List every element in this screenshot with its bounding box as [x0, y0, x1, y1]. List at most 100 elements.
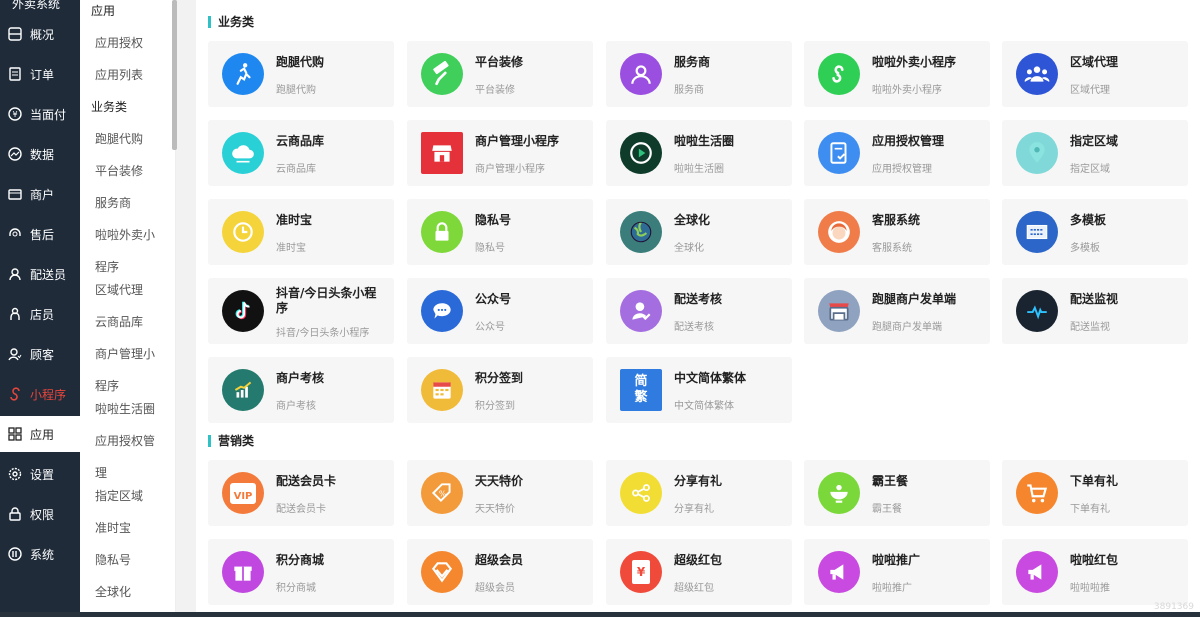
- sub-item[interactable]: 平台装修: [95, 163, 161, 179]
- sub-item[interactable]: 应用授权管: [95, 433, 161, 449]
- vip-card-icon: VIP: [222, 472, 264, 514]
- nav-item-7[interactable]: 店员: [0, 296, 80, 332]
- app-card[interactable]: 服务商 服务商: [606, 41, 792, 107]
- app-card[interactable]: 超级会员 超级会员: [407, 539, 593, 605]
- app-card[interactable]: 霸王餐 霸王餐: [804, 460, 990, 526]
- sub-item[interactable]: 指定区域: [95, 488, 161, 504]
- nav-item-9[interactable]: 小程序: [0, 376, 80, 412]
- app-card[interactable]: 简繁中文简体繁体 中文简体繁体: [606, 357, 792, 423]
- sub-item[interactable]: 应用列表: [95, 67, 161, 83]
- sub-item[interactable]: 跑腿代购: [95, 131, 161, 147]
- app-card[interactable]: VIP 配送会员卡 配送会员卡: [208, 460, 394, 526]
- nav-item-12[interactable]: 权限: [0, 496, 80, 532]
- sub-item[interactable]: 商户管理小: [95, 346, 161, 362]
- app-card-subtitle: 啦啦外卖小程序: [872, 85, 942, 96]
- app-card[interactable]: 全球化 全球化: [606, 199, 792, 265]
- nav-item-6[interactable]: 配送员: [0, 256, 80, 292]
- nav-item-5[interactable]: 售后: [0, 216, 80, 252]
- app-card-title: 全球化: [674, 213, 711, 227]
- nav-item-10[interactable]: 应用: [0, 416, 80, 452]
- sub-item[interactable]: 程序: [95, 378, 161, 394]
- app-card-title: 霸王餐: [872, 474, 909, 488]
- nav-item-2[interactable]: ¥ 当面付: [0, 96, 80, 132]
- app-card[interactable]: 分享有礼 分享有礼: [606, 460, 792, 526]
- sub-item[interactable]: 服务商: [95, 195, 161, 211]
- app-card[interactable]: 指定区域 指定区域: [1002, 120, 1188, 186]
- app-card-title: 中文简体繁体: [674, 371, 747, 385]
- nav-item-13[interactable]: 系统: [0, 536, 80, 572]
- app-card[interactable]: 啦啦推广 啦啦推广: [804, 539, 990, 605]
- window-bottom-bar: [0, 612, 1200, 617]
- app-card[interactable]: 公众号 公众号: [407, 278, 593, 344]
- growth-chart-icon: [222, 369, 264, 411]
- app-card[interactable]: 啦啦红包 啦啦啦推: [1002, 539, 1188, 605]
- app-card[interactable]: 云商品库 云商品库: [208, 120, 394, 186]
- nav-item-label: 数据: [30, 147, 55, 162]
- vip-text: VIP: [233, 490, 253, 502]
- megaphone-icon: [1016, 551, 1058, 593]
- sub-item[interactable]: 理: [95, 465, 161, 481]
- nav-item-11[interactable]: 设置: [0, 456, 80, 492]
- nav-item-1[interactable]: 订单: [0, 56, 80, 92]
- app-card[interactable]: 下单有礼 下单有礼: [1002, 460, 1188, 526]
- app-card[interactable]: 准时宝 准时宝: [208, 199, 394, 265]
- app-card-subtitle: 公众号: [475, 322, 505, 333]
- app-card[interactable]: 多模板 多模板: [1002, 199, 1188, 265]
- app-card-title: 配送监视: [1070, 292, 1119, 306]
- app-card-title: 超级红包: [674, 553, 723, 567]
- app-card-title: 积分商城: [276, 553, 325, 567]
- app-card-subtitle: 超级红包: [674, 583, 714, 594]
- app-card-title: 啦啦外卖小程序: [872, 55, 957, 69]
- app-card[interactable]: ¥ 超级红包 超级红包: [606, 539, 792, 605]
- sub-item[interactable]: 云商品库: [95, 314, 161, 330]
- sub-item[interactable]: 隐私号: [95, 552, 161, 568]
- nav-item-label: 订单: [30, 67, 55, 82]
- app-card-title: 服务商: [674, 55, 711, 69]
- sub-item[interactable]: 区域代理: [95, 282, 161, 298]
- sub-item[interactable]: 程序: [95, 259, 161, 275]
- app-card-subtitle: 超级会员: [475, 583, 515, 594]
- app-card[interactable]: 区域代理 区域代理: [1002, 41, 1188, 107]
- app-card[interactable]: 配送考核 配送考核: [606, 278, 792, 344]
- app-card[interactable]: 积分商城 积分商城: [208, 539, 394, 605]
- app-card[interactable]: 商户管理小程序 商户管理小程序: [407, 120, 593, 186]
- app-card-subtitle: 积分签到: [475, 401, 515, 412]
- sub-item[interactable]: 全球化: [95, 584, 161, 600]
- app-card-subtitle: 分享有礼: [674, 504, 714, 515]
- app-card[interactable]: 隐私号 隐私号: [407, 199, 593, 265]
- app-card[interactable]: 商户考核 商户考核: [208, 357, 394, 423]
- store-icon: [6, 185, 24, 203]
- app-card[interactable]: 跑腿商户发单端 跑腿商户发单端: [804, 278, 990, 344]
- nav-item-4[interactable]: 商户: [0, 176, 80, 212]
- sub-item[interactable]: 应用授权: [95, 35, 161, 51]
- app-card[interactable]: 平台装修 平台装修: [407, 41, 593, 107]
- app-card[interactable]: 跑腿代购 跑腿代购: [208, 41, 394, 107]
- app-card[interactable]: 客服系统 客服系统: [804, 199, 990, 265]
- app-card-title: 区域代理: [1070, 55, 1119, 69]
- nav-item-0[interactable]: 概况: [0, 16, 80, 52]
- app-card-subtitle: 全球化: [674, 243, 704, 254]
- nav-item-8[interactable]: 顾客: [0, 336, 80, 372]
- sub-item[interactable]: 准时宝: [95, 520, 161, 536]
- app-card[interactable]: 啦啦外卖小程序 啦啦外卖小程序: [804, 41, 990, 107]
- sub-item[interactable]: 啦啦外卖小: [95, 227, 161, 243]
- app-card[interactable]: 啦啦生活圈 啦啦生活圈: [606, 120, 792, 186]
- app-card-title: 分享有礼: [674, 474, 723, 488]
- group-icon: [1016, 53, 1058, 95]
- app-card-title: 平台装修: [475, 55, 524, 69]
- app-card[interactable]: 应用授权管理 应用授权管理: [804, 120, 990, 186]
- app-card[interactable]: 配送监视 配送监视: [1002, 278, 1188, 344]
- chat-bubble-icon: [421, 290, 463, 332]
- section-title-marketing: 营销类: [208, 434, 254, 448]
- sidebar-scrollbar[interactable]: [172, 0, 177, 150]
- app-card[interactable]: 抖音/今日头条小程序 抖音/今日头条小程序: [208, 278, 394, 344]
- nav-item-label: 系统: [30, 547, 55, 562]
- app-card[interactable]: % 天天特价 天天特价: [407, 460, 593, 526]
- app-card-title: 多模板: [1070, 213, 1107, 227]
- red-packet-icon: ¥: [620, 551, 662, 593]
- secondary-sidebar: 应用 应用授权 应用列表 业务类 跑腿代购 平台装修 服务商 啦啦外卖小 程序 区域代理 云商品库商…: [80, 0, 176, 617]
- app-card-title: 啦啦红包: [1070, 553, 1119, 567]
- sub-item[interactable]: 啦啦生活圈: [95, 401, 161, 417]
- nav-item-3[interactable]: 数据: [0, 136, 80, 172]
- app-card[interactable]: 积分签到 积分签到: [407, 357, 593, 423]
